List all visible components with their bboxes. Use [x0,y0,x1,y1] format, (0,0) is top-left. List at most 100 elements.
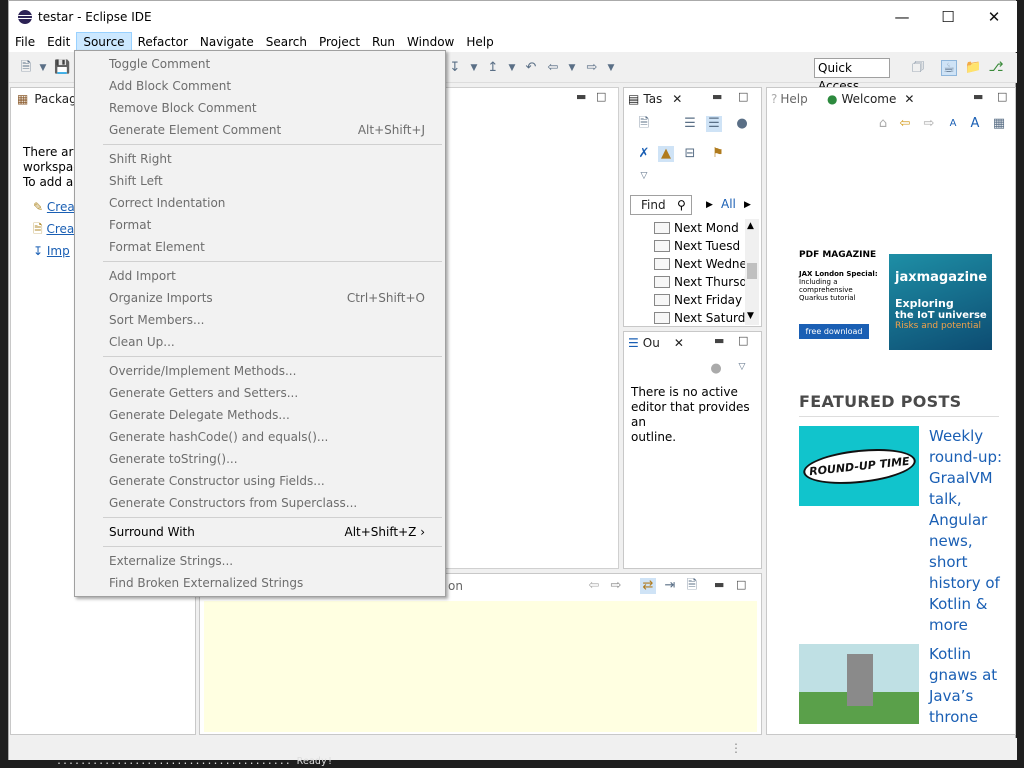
free-download-button[interactable]: free download [799,324,869,339]
menu-item-sort-members[interactable]: Sort Members... [109,309,425,331]
categorized-icon[interactable]: ☰ [682,116,698,132]
minimize-view-icon[interactable]: ▬ [714,334,724,347]
package-explorer-tab[interactable]: ▦ Packag [17,88,77,110]
java-perspective-icon[interactable]: ☕ [941,60,957,76]
list-item[interactable]: Next Wedne [654,257,747,271]
menu-item-find-broken-strings[interactable]: Find Broken Externalized Strings [109,572,425,594]
home-icon[interactable]: ⌂ [875,116,891,132]
increase-font-icon[interactable]: A [967,116,983,132]
menu-help[interactable]: Help [460,32,499,52]
post-title-link[interactable]: Kotlin gnaws at Java’s throne [929,644,1009,728]
scrollbar-thumb[interactable] [747,263,757,279]
menu-item-constructors-superclass[interactable]: Generate Constructors from Superclass... [109,492,425,514]
back-dropdown-icon[interactable]: ▼ [564,60,580,76]
focus-icon[interactable]: ▲ [658,146,674,162]
menu-edit[interactable]: Edit [41,32,76,52]
close-view-icon[interactable]: ✕ [672,92,682,106]
open-perspective-icon[interactable]: 🗇 [910,60,926,76]
menu-item-surround-with[interactable]: Surround With Alt+Shift+Z › [109,521,425,543]
decrease-font-icon[interactable]: A [945,116,961,132]
menu-run[interactable]: Run [366,32,401,52]
resource-perspective-icon[interactable]: 📁 [965,60,981,76]
next-annotation-icon[interactable]: ↧ [447,60,463,76]
post-thumbnail[interactable]: ROUND-UP TIME [799,426,919,506]
post-thumbnail[interactable] [799,644,919,724]
menu-item-hashcode-equals[interactable]: Generate hashCode() and equals()... [109,426,425,448]
new-task-icon[interactable]: 🗎 [636,116,652,132]
quick-access-field[interactable]: Quick Access [814,58,890,93]
menu-item-externalize-strings[interactable]: Externalize Strings... [109,550,425,572]
collapse-all-icon[interactable]: ⊟ [682,146,698,162]
menu-item-override-implement[interactable]: Override/Implement Methods... [109,360,425,382]
link-with-editor-icon[interactable]: ⇄ [640,578,656,594]
maximize-view-icon[interactable]: □ [997,90,1007,103]
task-find-input[interactable]: Find ⚲ [630,195,692,215]
forward-icon[interactable]: ⇨ [608,578,624,594]
import-projects-link[interactable]: ↧ Imp [33,244,70,259]
sync-icon[interactable]: ● [734,116,750,132]
menu-file[interactable]: File [9,32,41,52]
maximize-view-icon[interactable]: □ [738,90,748,103]
git-perspective-icon[interactable]: ⎇ [988,60,1004,76]
new-dropdown-icon[interactable]: ▼ [35,60,51,76]
maximize-button[interactable]: ☐ [925,1,971,32]
menu-item-toggle-comment[interactable]: Toggle Comment [109,53,425,75]
back-icon[interactable]: ⇦ [586,578,602,594]
minimize-view-icon[interactable]: ▬ [973,90,983,103]
menu-item-organize-imports[interactable]: Organize Imports Ctrl+Shift+O [109,287,425,309]
list-item[interactable]: Next Tuesd [654,239,740,253]
menu-search[interactable]: Search [260,32,313,52]
menu-item-clean-up[interactable]: Clean Up... [109,331,425,353]
activate-previous-icon[interactable]: ▶ [706,198,713,213]
customize-icon[interactable]: ▦ [991,116,1007,132]
hide-completed-icon[interactable]: ✗ [636,146,652,162]
menu-item-constructor-fields[interactable]: Generate Constructor using Fields... [109,470,425,492]
menu-item-remove-block-comment[interactable]: Remove Block Comment [109,97,425,119]
menu-project[interactable]: Project [313,32,366,52]
list-item[interactable]: Next Saturd [654,311,745,325]
forward-icon[interactable]: ⇨ [921,116,937,132]
scroll-down-icon[interactable]: ▼ [747,309,754,324]
maximize-view-icon[interactable]: □ [736,578,746,591]
back-icon[interactable]: ⇦ [897,116,913,132]
menu-item-shift-left[interactable]: Shift Left [109,170,425,192]
create-java-project-link[interactable]: ✎ Crea [33,200,75,215]
menu-item-generate-element-comment[interactable]: Generate Element Comment Alt+Shift+J [109,119,425,141]
magazine-cover[interactable]: jaxmagazine Exploring the IoT universe R… [889,254,992,350]
prev-annotation-dropdown-icon[interactable]: ▼ [504,60,520,76]
list-item[interactable]: Next Mond [654,221,739,235]
outline-tab[interactable]: ☰ Ou ✕ [628,332,684,354]
list-item[interactable]: Next Thursd [654,275,747,289]
last-edit-icon[interactable]: ↶ [523,60,539,76]
menu-window[interactable]: Window [401,32,460,52]
next-annotation-dropdown-icon[interactable]: ▼ [466,60,482,76]
minimize-view-icon[interactable]: ▬ [712,90,722,103]
welcome-tab[interactable]: ● Welcome ✕ [827,88,915,110]
view-menu-icon[interactable]: ▽ [636,168,652,184]
menu-item-delegate-methods[interactable]: Generate Delegate Methods... [109,404,425,426]
post-title-link[interactable]: Weekly round-up: GraalVM talk, Angular n… [929,426,1009,636]
all-filter-link[interactable]: All [721,197,736,212]
menu-item-format[interactable]: Format [109,214,425,236]
status-separator-handle[interactable]: ⋮ [730,741,742,756]
menu-item-correct-indentation[interactable]: Correct Indentation [109,192,425,214]
ad-text-block[interactable]: PDF MAGAZINE JAX London Special: Includi… [799,250,889,345]
back-icon[interactable]: ⇦ [545,60,561,76]
menu-item-format-element[interactable]: Format Element [109,236,425,258]
menu-refactor[interactable]: Refactor [132,32,194,52]
close-view-icon[interactable]: ✕ [904,92,914,106]
close-button[interactable]: ✕ [971,1,1017,32]
minimize-button[interactable]: — [879,1,925,32]
task-list-scrollbar[interactable]: ▲ ▼ [745,219,759,325]
open-in-editor-icon[interactable]: 🗎 [684,578,700,594]
task-repo-icon[interactable]: ⚑ [710,146,726,162]
menu-navigate[interactable]: Navigate [194,32,260,52]
menu-item-tostring[interactable]: Generate toString()... [109,448,425,470]
save-icon[interactable]: 💾 [54,60,70,76]
task-list-tab[interactable]: ▤ Tas ✕ [628,88,682,110]
menu-item-getters-setters[interactable]: Generate Getters and Setters... [109,382,425,404]
new-icon[interactable]: 🗎 [18,60,34,76]
scheduled-icon[interactable]: ☰ [706,116,722,132]
list-item[interactable]: Next Friday [654,293,742,307]
forward-dropdown-icon[interactable]: ▼ [603,60,619,76]
